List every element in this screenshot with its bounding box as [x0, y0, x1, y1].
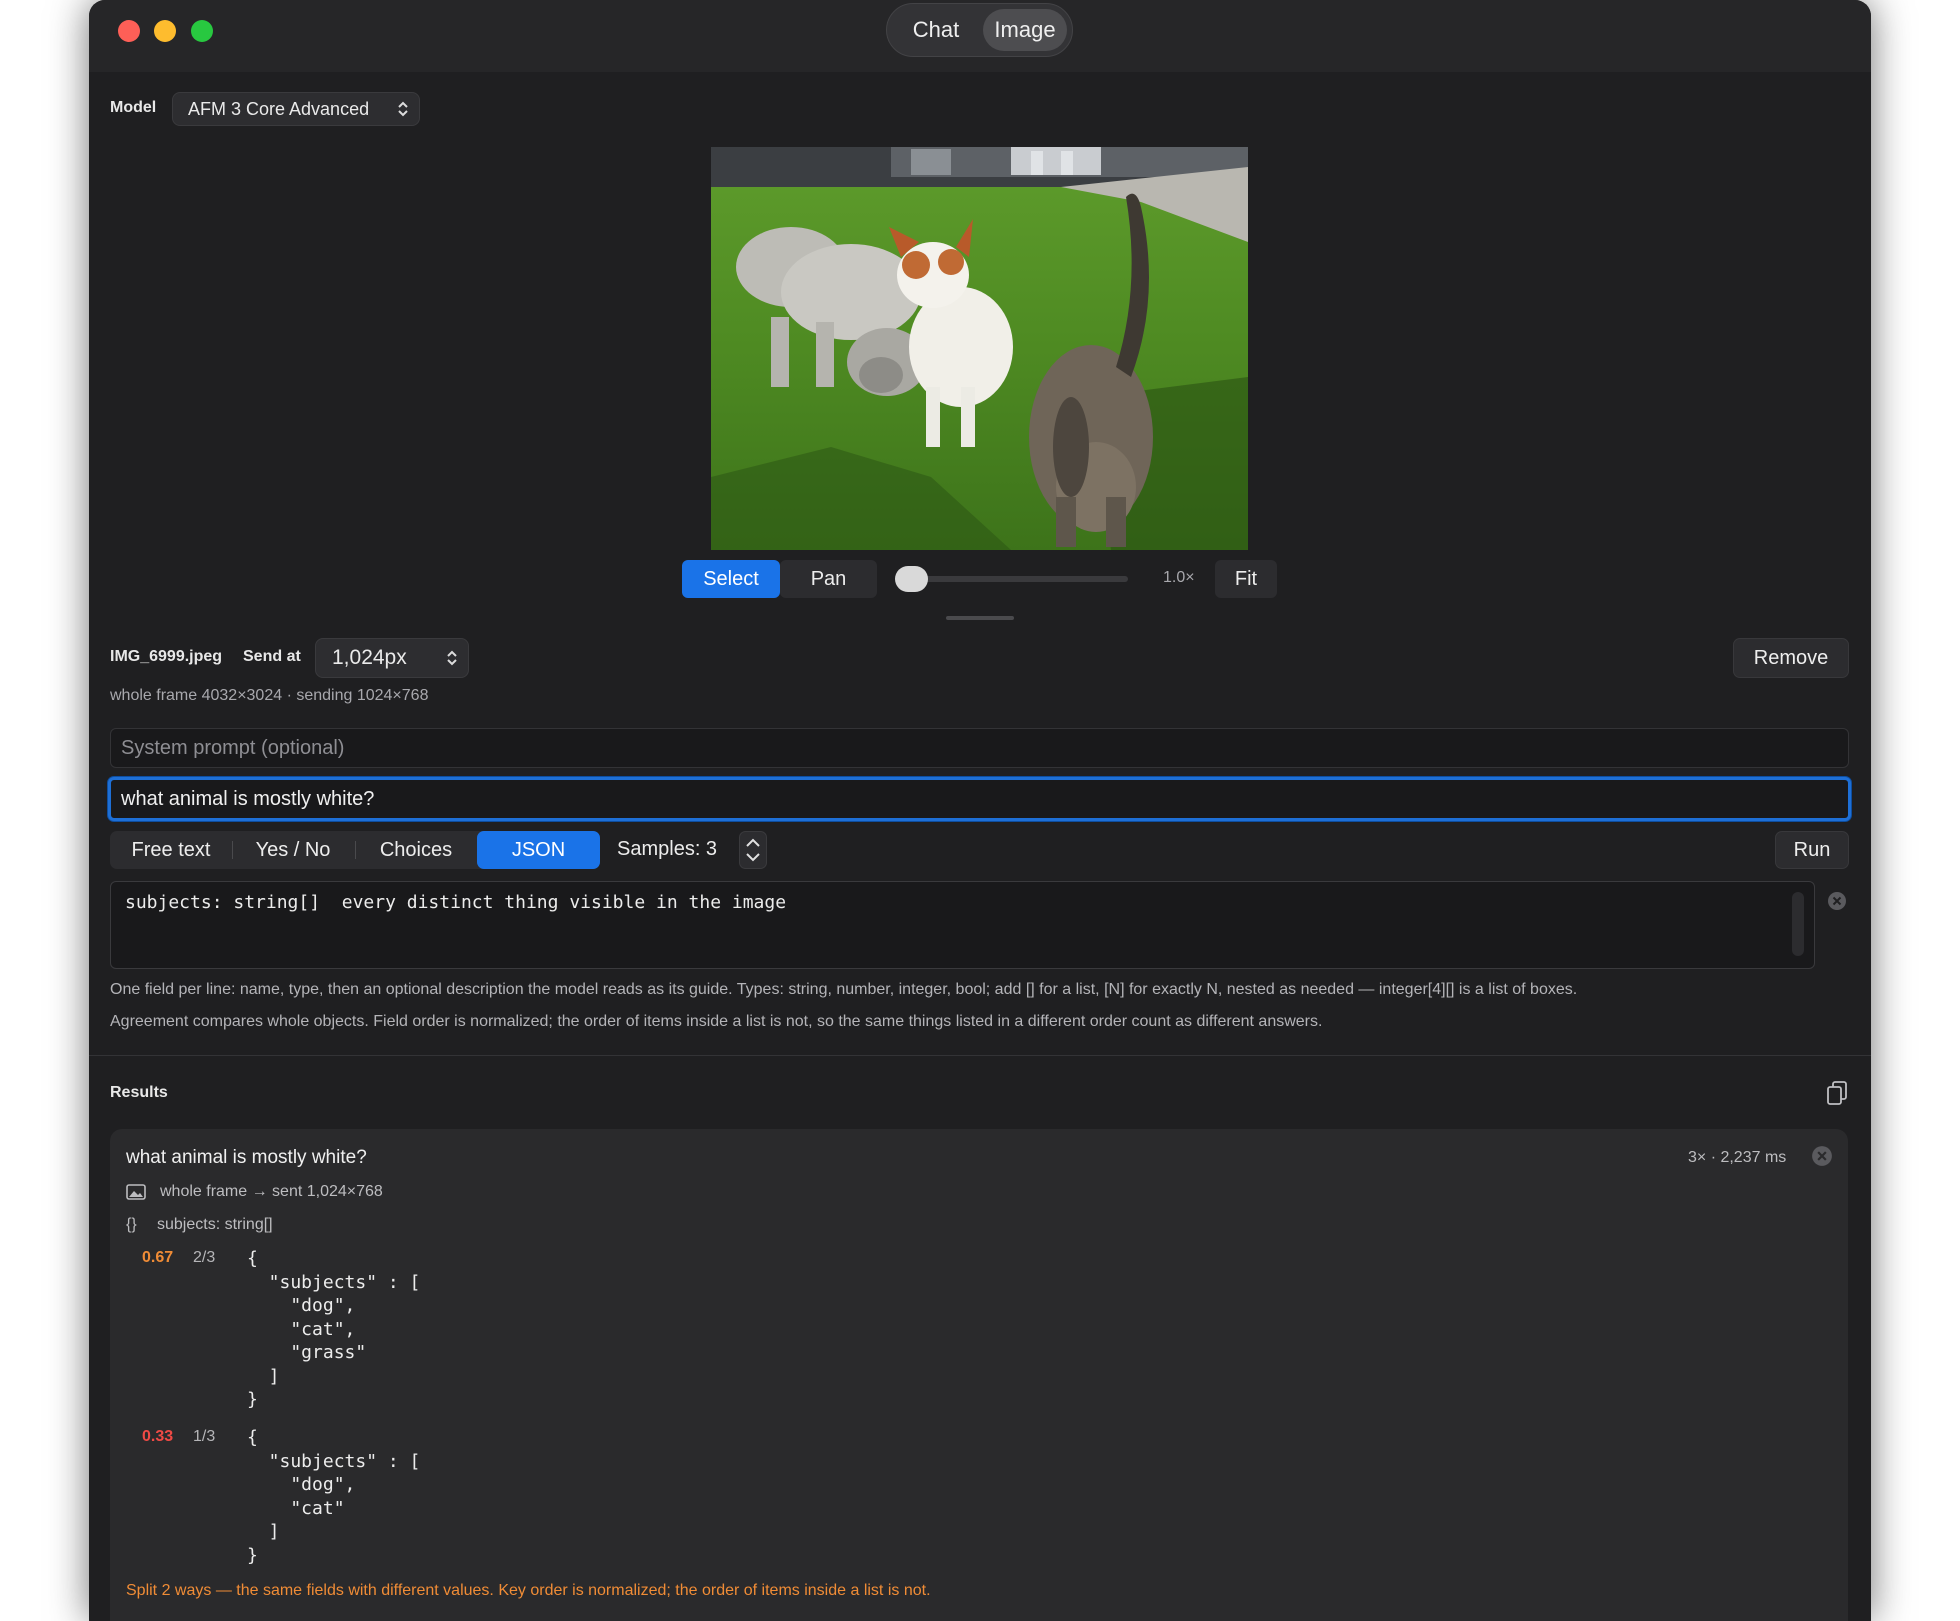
up-down-chevron-icon — [398, 101, 408, 117]
schema-scrollbar[interactable] — [1792, 892, 1804, 956]
run-button[interactable]: Run — [1775, 831, 1849, 869]
mode-segmented-control: Chat Image — [886, 3, 1073, 57]
zoom-level: 1.0× — [1163, 569, 1195, 586]
format-choices[interactable]: Choices — [355, 831, 477, 869]
format-free-text[interactable]: Free text — [110, 831, 232, 869]
answer-fraction: 1/3 — [193, 1428, 216, 1445]
format-json[interactable]: JSON — [477, 831, 600, 869]
zoom-slider-track[interactable] — [896, 576, 1128, 582]
fit-button[interactable]: Fit — [1215, 560, 1277, 598]
answer-format-segmented-control: Free text Yes / No Choices JSON — [110, 831, 600, 869]
close-circle-icon[interactable] — [1811, 1145, 1833, 1167]
result-frame-line: whole frame → sent 1,024×768 — [160, 1183, 383, 1200]
zoom-slider-knob[interactable] — [895, 566, 928, 592]
copy-icon[interactable] — [1825, 1080, 1849, 1108]
result-card: what animal is mostly white? 3× · 2,237 … — [110, 1129, 1848, 1621]
schema-help-line-1: One field per line: name, type, then an … — [110, 981, 1578, 998]
frame-info: whole frame 4032×3024 · sending 1024×768 — [110, 687, 429, 704]
minimize-window-button[interactable] — [154, 20, 176, 42]
system-prompt-field[interactable]: System prompt (optional) — [110, 728, 1849, 768]
send-at-popup[interactable]: 1,024px — [315, 638, 469, 678]
resize-handle[interactable] — [946, 616, 1014, 620]
zoom-window-button[interactable] — [191, 20, 213, 42]
result-question: what animal is mostly white? — [126, 1147, 367, 1168]
file-name: IMG_6999.jpeg — [110, 648, 223, 665]
tab-chat[interactable]: Chat — [893, 9, 979, 51]
format-yes-no[interactable]: Yes / No — [232, 831, 354, 869]
answer-fraction: 2/3 — [193, 1249, 216, 1266]
schema-text: subjects: string[] every distinct thing … — [125, 892, 787, 913]
prompt-field[interactable]: what animal is mostly white? — [108, 777, 1851, 821]
model-value: AFM 3 Core Advanced — [188, 99, 370, 119]
select-tool-button[interactable]: Select — [682, 560, 780, 598]
split-warning: Split 2 ways — the same fields with diff… — [126, 1582, 931, 1599]
pan-tool-button[interactable]: Pan — [780, 560, 877, 598]
remove-button[interactable]: Remove — [1733, 638, 1849, 678]
answer-score: 0.33 — [142, 1428, 174, 1445]
model-popup[interactable]: AFM 3 Core Advanced — [172, 92, 420, 126]
up-down-chevron-icon — [447, 650, 457, 666]
close-window-button[interactable] — [118, 20, 140, 42]
title-bar: Chat Image — [89, 0, 1871, 72]
tab-image[interactable]: Image — [983, 9, 1067, 51]
schema-help-line-2: Agreement compares whole objects. Field … — [110, 1013, 1323, 1030]
result-meta: 3× · 2,237 ms — [1688, 1149, 1787, 1166]
result-schema-line: subjects: string[] — [157, 1216, 273, 1233]
results-title: Results — [110, 1084, 168, 1101]
close-circle-icon[interactable] — [1827, 891, 1847, 911]
system-prompt-placeholder: System prompt (optional) — [121, 736, 345, 759]
send-at-value: 1,024px — [332, 646, 407, 669]
image-icon — [126, 1184, 146, 1200]
stepper-icon[interactable] — [739, 831, 767, 869]
answer-json: { "subjects" : [ "dog", "cat", "grass" ]… — [247, 1248, 421, 1410]
section-divider — [89, 1055, 1871, 1056]
answer-score: 0.67 — [142, 1249, 174, 1266]
send-at-label: Send at — [243, 648, 301, 665]
prompt-value: what animal is mostly white? — [121, 787, 375, 810]
app-window: Chat Image Model AFM 3 Core Advanced Sel… — [89, 0, 1871, 1621]
schema-editor[interactable]: subjects: string[] every distinct thing … — [110, 881, 1815, 969]
samples-label: Samples: 3 — [617, 838, 718, 860]
braces-icon: {} — [126, 1216, 137, 1233]
answer-json: { "subjects" : [ "dog", "cat" ] } — [247, 1427, 421, 1566]
pets-photo — [711, 147, 1248, 550]
model-label: Model — [110, 99, 157, 116]
image-preview[interactable] — [711, 147, 1248, 550]
